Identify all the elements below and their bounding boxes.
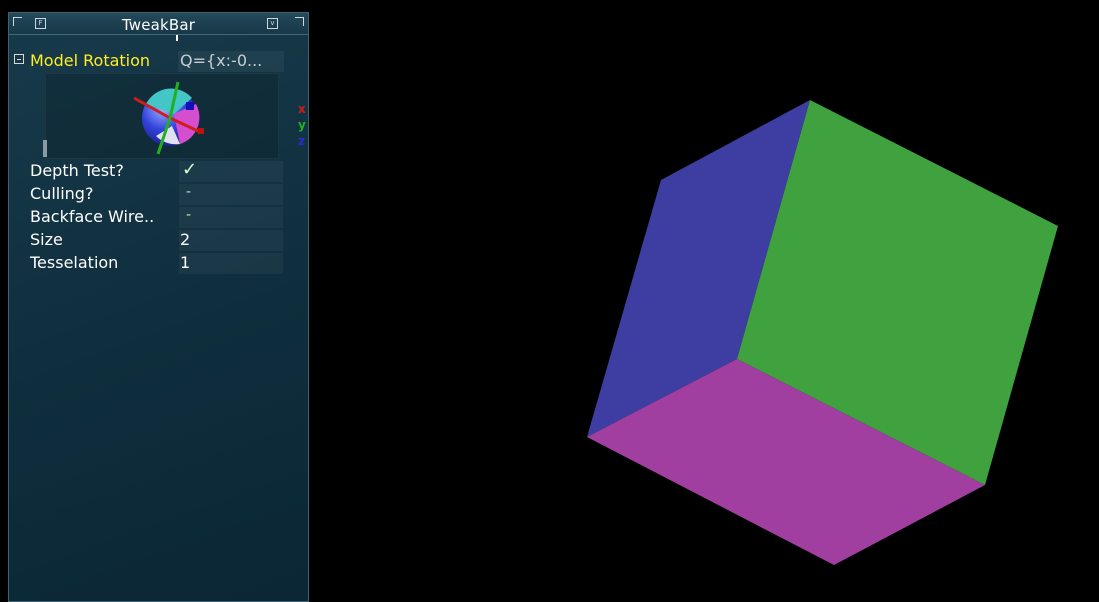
row-value-box[interactable]	[179, 230, 283, 251]
tesselation-value[interactable]: 1	[180, 253, 190, 272]
unchecked-dash-icon[interactable]: -	[186, 184, 191, 200]
size-value[interactable]: 2	[180, 230, 190, 249]
row-depth-test[interactable]: Depth Test? ✓	[9, 159, 308, 183]
tweakbar-titlebar[interactable]: F TweakBar v	[9, 13, 308, 35]
row-label: Depth Test?	[30, 161, 124, 180]
unchecked-dash-icon[interactable]: -	[186, 207, 191, 223]
row-label: Backface Wire..	[30, 207, 155, 226]
rotation-widget[interactable]: x y z	[45, 73, 306, 159]
collapse-group-icon[interactable]	[14, 54, 24, 64]
row-label: Tesselation	[30, 253, 119, 272]
row-label: Size	[30, 230, 63, 249]
axis-x-label: x	[298, 102, 306, 116]
tweakbar-title: TweakBar	[121, 16, 196, 34]
iconify-button[interactable]: v	[267, 18, 278, 29]
row-label: Culling?	[30, 184, 94, 203]
checkmark-icon[interactable]: ✓	[182, 159, 197, 180]
resize-corner-top-right-icon[interactable]	[295, 17, 304, 26]
model-rotation-label: Model Rotation	[30, 51, 151, 70]
row-value-box[interactable]	[179, 184, 283, 205]
row-tesselation[interactable]: Tesselation 1	[9, 253, 308, 275]
row-value-box[interactable]	[179, 207, 283, 228]
tweakbar-panel[interactable]: F TweakBar v Model Rotation Q={x:-0... x…	[8, 12, 309, 602]
title-cursor	[176, 35, 178, 41]
rotation-slider-handle[interactable]	[43, 140, 47, 157]
model-rotation-value[interactable]: Q={x:-0...	[180, 51, 262, 70]
axis-y-label: y	[298, 118, 306, 132]
row-value-box[interactable]	[179, 253, 283, 274]
axis-z-label: z	[298, 134, 305, 148]
rotation-sphere-icon[interactable]	[46, 74, 278, 158]
row-size[interactable]: Size 2	[9, 230, 308, 252]
row-culling[interactable]: Culling? -	[9, 184, 308, 206]
row-backface-wire[interactable]: Backface Wire.. -	[9, 207, 308, 229]
